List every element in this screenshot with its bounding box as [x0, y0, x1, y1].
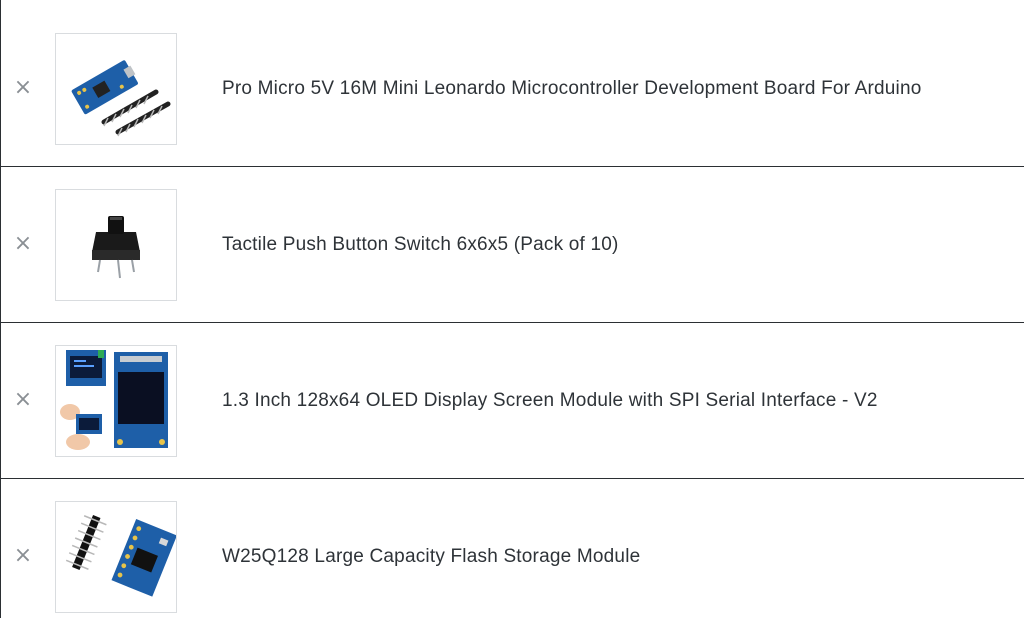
cart-item-list: × Pro Micro 5V 16M Mini Leonardo Microco… — [0, 0, 1024, 618]
oled-display-icon — [60, 350, 168, 450]
cart-item-row: × — [1, 12, 1024, 167]
product-title-link[interactable]: Tactile Push Button Switch 6x6x5 (Pack o… — [222, 234, 619, 256]
cart-item-row: × Tactile Push Button Switch 6x6x5 (Pack… — [1, 168, 1024, 323]
product-title-link[interactable]: W25Q128 Large Capacity Flash Storage Mod… — [222, 546, 640, 568]
flash-module-icon — [65, 515, 176, 597]
product-thumbnail[interactable] — [55, 33, 177, 145]
product-thumbnail[interactable] — [55, 501, 177, 613]
remove-item-icon[interactable]: × — [13, 389, 33, 411]
product-title-link[interactable]: Pro Micro 5V 16M Mini Leonardo Microcont… — [222, 78, 922, 100]
pro-micro-board-icon — [71, 60, 171, 137]
tactile-button-icon — [92, 216, 140, 279]
product-thumbnail[interactable] — [55, 345, 177, 457]
remove-item-icon[interactable]: × — [13, 233, 33, 255]
remove-item-icon[interactable]: × — [13, 545, 33, 567]
product-title-link[interactable]: 1.3 Inch 128x64 OLED Display Screen Modu… — [222, 390, 878, 412]
cart-item-row: × — [1, 480, 1024, 618]
remove-item-icon[interactable]: × — [13, 77, 33, 99]
product-thumbnail[interactable] — [55, 189, 177, 301]
cart-item-row: × 1.3 Inch 128x64 OLED Display Screen Mo… — [1, 324, 1024, 479]
